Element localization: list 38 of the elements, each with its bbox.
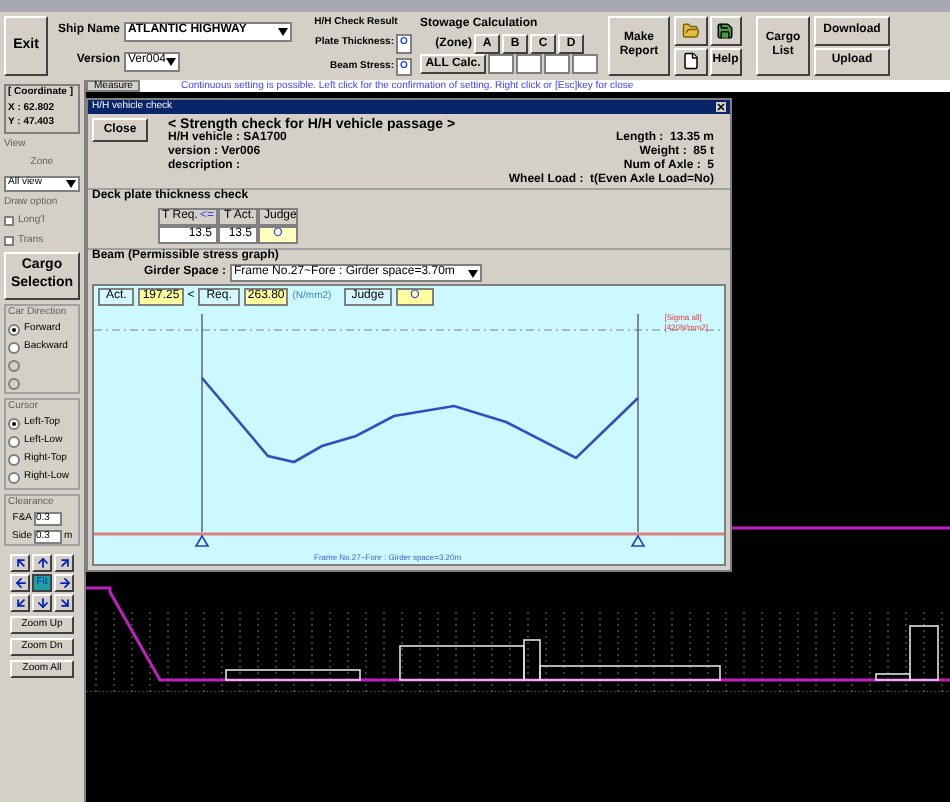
radio-button[interactable] [8,436,20,448]
pan-button[interactable] [10,574,30,592]
arrow-down-right-icon [57,596,71,610]
pan-button[interactable] [54,574,74,592]
arrow-up-left-icon [13,556,27,570]
arrow-left-icon [13,576,27,590]
arrow-up-icon [35,556,49,570]
pan-button[interactable] [54,594,74,612]
zone-result-field [488,54,514,74]
close-icon[interactable] [716,102,726,112]
pan-button[interactable] [10,594,30,612]
pan-button[interactable] [32,554,52,572]
radio-button[interactable] [8,454,20,466]
save-button[interactable] [709,16,742,45]
checkbox[interactable] [4,216,14,227]
radio-button[interactable] [8,323,20,335]
radio-button[interactable] [8,418,20,430]
pan-button[interactable] [10,554,30,572]
arrow-up-right-icon [57,556,71,570]
zone-result-field [516,54,542,74]
zone-result-field [544,54,570,74]
radio-button[interactable] [8,341,20,353]
radio-button[interactable] [8,472,20,484]
arrow-right-icon [57,576,71,590]
checkbox[interactable] [4,235,14,246]
caret-icon [278,27,288,35]
pan-button[interactable] [54,554,74,572]
caret-icon [166,57,177,65]
caret-icon [468,269,479,277]
zone-result-field [572,54,598,74]
folder-icon [681,21,700,40]
caret-icon [66,179,76,187]
arrow-down-icon [35,596,49,610]
open-folder-button[interactable] [674,16,707,45]
document-icon [681,52,700,71]
new-document-button[interactable] [674,47,707,76]
arrow-down-left-icon [13,596,27,610]
pan-button[interactable] [32,594,52,612]
